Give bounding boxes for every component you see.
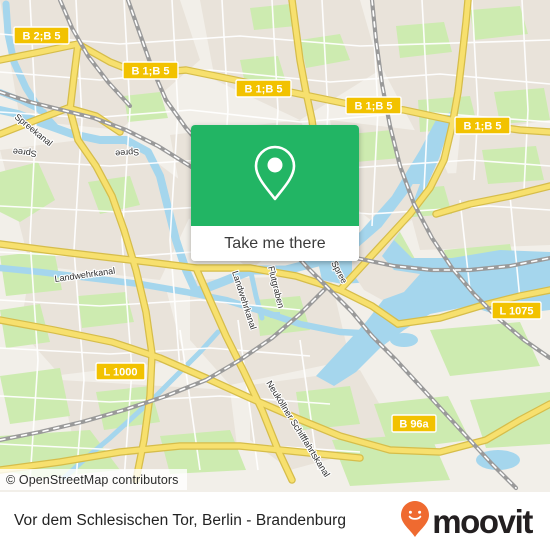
- svg-text:L 1000: L 1000: [103, 367, 137, 379]
- footer-bar: Vor dem Schlesischen Tor, Berlin - Brand…: [0, 492, 550, 550]
- take-me-there-label: Take me there: [224, 234, 326, 252]
- road-shield: B 1;B 5: [235, 79, 292, 98]
- location-title: Vor dem Schlesischen Tor, Berlin - Brand…: [14, 512, 346, 529]
- road-shield: B 1;B 5: [122, 61, 179, 80]
- svg-text:B 2;B 5: B 2;B 5: [23, 31, 61, 43]
- svg-text:B 1;B 5: B 1;B 5: [464, 121, 502, 133]
- location-popup-card[interactable]: Take me there: [191, 125, 359, 261]
- popup-thumbnail: [191, 125, 359, 226]
- attribution-text: © OpenStreetMap contributors: [6, 472, 179, 487]
- map-attribution[interactable]: © OpenStreetMap contributors: [0, 469, 187, 490]
- road-shield: L 1075: [491, 301, 542, 320]
- map-pin-smiley-icon: [400, 500, 430, 543]
- moovit-logo[interactable]: moovit: [400, 500, 533, 543]
- svg-text:L 1075: L 1075: [499, 306, 533, 318]
- svg-text:B 1;B 5: B 1;B 5: [245, 84, 283, 96]
- road-shield: B 1;B 5: [345, 96, 402, 115]
- svg-text:Spree: Spree: [115, 147, 140, 159]
- take-me-there-button[interactable]: Take me there: [191, 226, 359, 261]
- map-pin-icon: [252, 144, 298, 207]
- road-shield: B 2;B 5: [13, 26, 70, 45]
- svg-text:B 96a: B 96a: [399, 419, 429, 431]
- svg-text:B 1;B 5: B 1;B 5: [132, 66, 170, 78]
- map-screenshot: Spree Spreekanal Spree Landwehrkanal Lan…: [0, 0, 550, 550]
- road-shield: B 1;B 5: [454, 116, 511, 135]
- moovit-wordmark: moovit: [432, 502, 533, 540]
- road-shield: B 96a: [391, 414, 437, 433]
- svg-text:B 1;B 5: B 1;B 5: [355, 101, 393, 113]
- road-shield: L 1000: [95, 362, 146, 381]
